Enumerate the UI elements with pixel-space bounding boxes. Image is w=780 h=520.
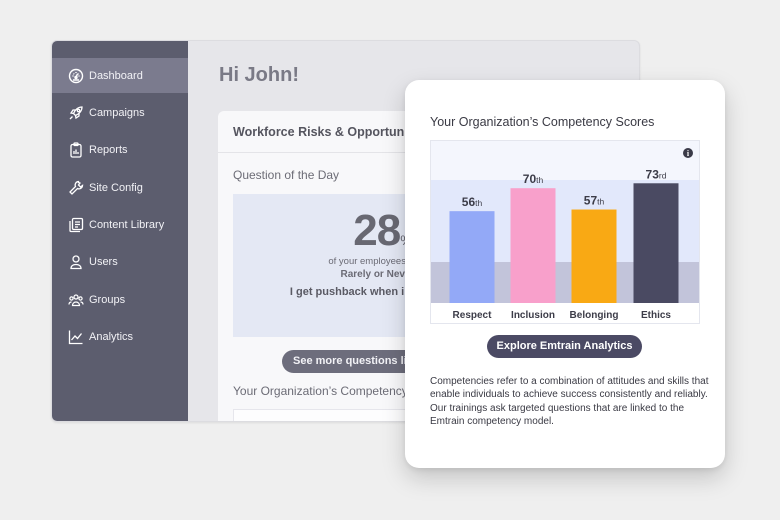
- sidebar: Dashboard Campaigns Reports Site Config …: [52, 41, 188, 421]
- sidebar-item-users[interactable]: Users: [52, 245, 188, 280]
- sidebar-item-content-library[interactable]: Content Library: [52, 208, 188, 243]
- sidebar-item-label: Site Config: [89, 181, 143, 194]
- bar-value-label: 57th: [584, 194, 605, 208]
- user-icon: [70, 255, 82, 270]
- sidebar-item-groups[interactable]: Groups: [52, 282, 188, 317]
- clipboard-chart-icon: [70, 142, 82, 158]
- sidebar-item-label: Users: [89, 256, 118, 269]
- groups-icon: [68, 294, 84, 306]
- bar-value-label: 70th: [523, 172, 544, 186]
- line-chart-icon: [68, 330, 83, 345]
- sidebar-item-reports[interactable]: Reports: [52, 133, 188, 168]
- explore-analytics-button[interactable]: Explore Emtrain Analytics: [487, 335, 642, 358]
- question-of-the-day-label: Question of the Day: [233, 168, 340, 182]
- sidebar-item-label: Reports: [89, 144, 128, 157]
- x-tick-label: Belonging: [570, 310, 619, 321]
- popup-title: Your Organization’s Competency Scores: [430, 115, 655, 129]
- competency-chart-svg: 56th Respect 70th Inclusion 57th Belonging 73r…: [431, 141, 699, 323]
- bar-value-label: 56th: [462, 195, 483, 209]
- competency-description: Competencies refer to a combination of a…: [430, 376, 709, 427]
- sidebar-item-label: Dashboard: [89, 69, 143, 82]
- x-tick-label: Respect: [453, 310, 493, 321]
- sidebar-item-label: Campaigns: [89, 106, 145, 119]
- bar-inclusion[interactable]: [510, 188, 556, 303]
- wrench-icon: [69, 180, 84, 195]
- answer-bold: Rarely or Never: [340, 269, 415, 280]
- sidebar-item-dashboard[interactable]: Dashboard: [52, 58, 188, 93]
- sidebar-item-site-config[interactable]: Site Config: [52, 170, 188, 205]
- x-tick-label: Inclusion: [511, 310, 555, 321]
- competency-scores-label: Your Organization’s Competency S: [233, 384, 420, 398]
- competency-chart: 56th Respect 70th Inclusion 57th Belonging 73r…: [430, 140, 700, 324]
- sidebar-item-campaigns[interactable]: Campaigns: [52, 95, 188, 130]
- library-icon: [69, 217, 84, 233]
- dashboard-gauge-icon: [68, 68, 84, 83]
- competency-scores-popup: Your Organization’s Competency Scores 56…: [405, 80, 725, 468]
- sidebar-item-label: Groups: [89, 293, 126, 306]
- rocket-icon: [69, 106, 83, 120]
- bar-belonging[interactable]: [571, 209, 617, 303]
- page-greeting: Hi John!: [219, 64, 299, 86]
- sidebar-item-label: Content Library: [89, 219, 165, 232]
- sidebar-item-label: Analytics: [89, 331, 134, 344]
- bar-respect[interactable]: [449, 211, 495, 303]
- sidebar-item-analytics[interactable]: Analytics: [52, 320, 188, 355]
- bar-ethics[interactable]: [633, 183, 679, 303]
- x-tick-label: Ethics: [641, 310, 671, 321]
- bar-value-label: 73rd: [646, 167, 667, 181]
- percent-value: 28: [353, 206, 401, 255]
